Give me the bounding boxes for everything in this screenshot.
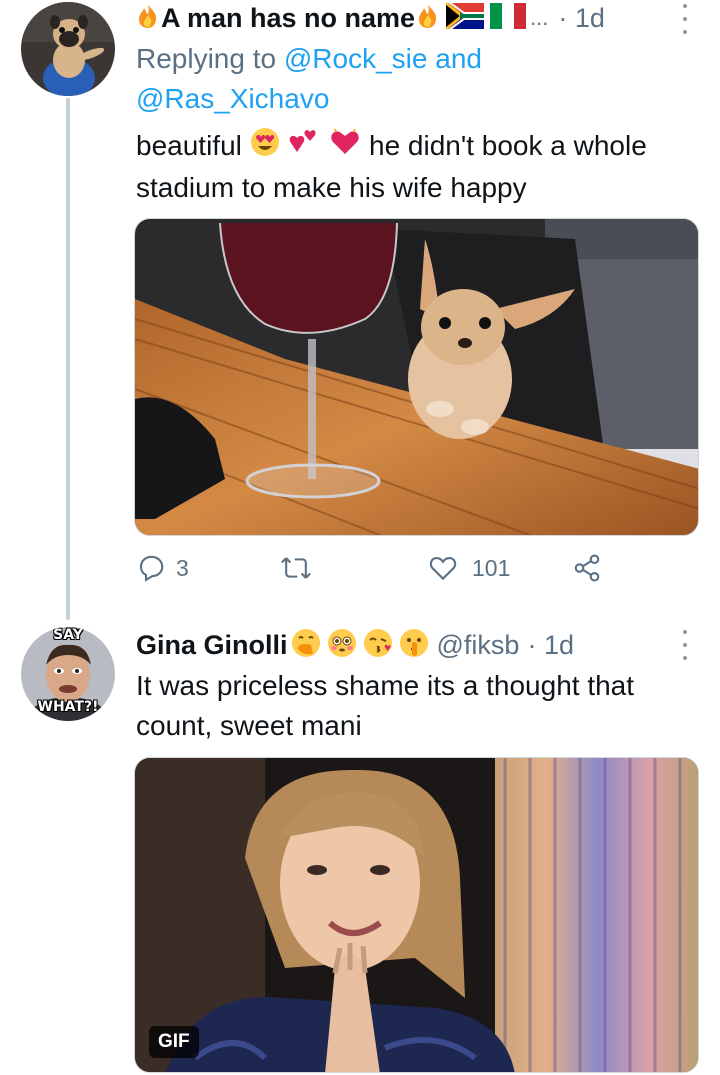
- truncation-ellipsis: ...: [530, 5, 549, 30]
- replying-to-line: Replying to @Rock_sie and @Ras_Xichavo: [136, 39, 482, 119]
- tweet-text: It was priceless shame its a thought tha…: [136, 670, 635, 741]
- avatar[interactable]: [21, 2, 115, 96]
- italy-flag-icon: [490, 2, 527, 34]
- tweet-photo[interactable]: [134, 218, 699, 536]
- retweet-button[interactable]: [280, 553, 312, 583]
- author-name[interactable]: A man has no name: [161, 3, 415, 34]
- tweet-actions: 3 101: [0, 553, 720, 593]
- fire-icon: [416, 3, 440, 34]
- fire-icon: [136, 3, 160, 34]
- kiss-emoji: [363, 628, 393, 663]
- mention-rock-sie[interactable]: @Rock_sie: [284, 43, 428, 74]
- sparkling-heart-emoji: [329, 127, 361, 168]
- more-icon[interactable]: [680, 630, 690, 660]
- gif-badge: GIF: [149, 1026, 199, 1058]
- reply-icon: [139, 555, 164, 582]
- tweet-text: beautiful he didn't book a whole stadium…: [136, 126, 696, 208]
- author-handle[interactable]: @fiksb: [437, 630, 520, 661]
- hearts-emoji: [287, 127, 321, 168]
- shushing-emoji: [399, 628, 429, 663]
- avatar-caption-top: SAY: [53, 627, 83, 643]
- avatar[interactable]: SAY WHAT?!: [21, 627, 115, 721]
- flushed-emoji: [327, 628, 357, 663]
- more-icon[interactable]: [680, 4, 690, 34]
- reply-count: 3: [176, 554, 189, 581]
- thread-connector-line: [66, 98, 70, 620]
- chihuahua-photo: [135, 219, 698, 535]
- tweet-header: A man has no name ... · 1d: [136, 0, 605, 36]
- mention-ras-xichavo[interactable]: @Ras_Xichavo: [136, 83, 329, 114]
- hand-over-mouth-emoji: [291, 628, 321, 663]
- like-count: 101: [472, 554, 511, 581]
- like-icon: [429, 556, 457, 581]
- pug-avatar-image: [21, 2, 115, 96]
- share-button[interactable]: [572, 553, 602, 583]
- tweet-timestamp[interactable]: · 1d: [558, 3, 605, 34]
- avatar-caption-bottom: WHAT?!: [37, 699, 99, 715]
- heart-eyes-emoji: [250, 127, 280, 168]
- retweet-icon: [281, 557, 311, 579]
- author-name[interactable]: Gina Ginolli: [136, 630, 288, 661]
- share-icon: [574, 554, 600, 582]
- tweet-timestamp[interactable]: · 1d: [527, 630, 574, 661]
- tweet-gif[interactable]: GIF: [134, 757, 699, 1073]
- mention-conjunction: and: [435, 43, 482, 74]
- gif-still-image: [135, 758, 698, 1072]
- like-button[interactable]: 101: [428, 553, 510, 583]
- reply-button[interactable]: 3: [136, 553, 189, 583]
- tweet-header: Gina Ginolli @fiksb · 1d: [136, 627, 574, 663]
- replying-to-label: Replying to: [136, 43, 277, 74]
- south-africa-flag-icon: [445, 0, 485, 34]
- tweet-text-start: beautiful: [136, 130, 242, 161]
